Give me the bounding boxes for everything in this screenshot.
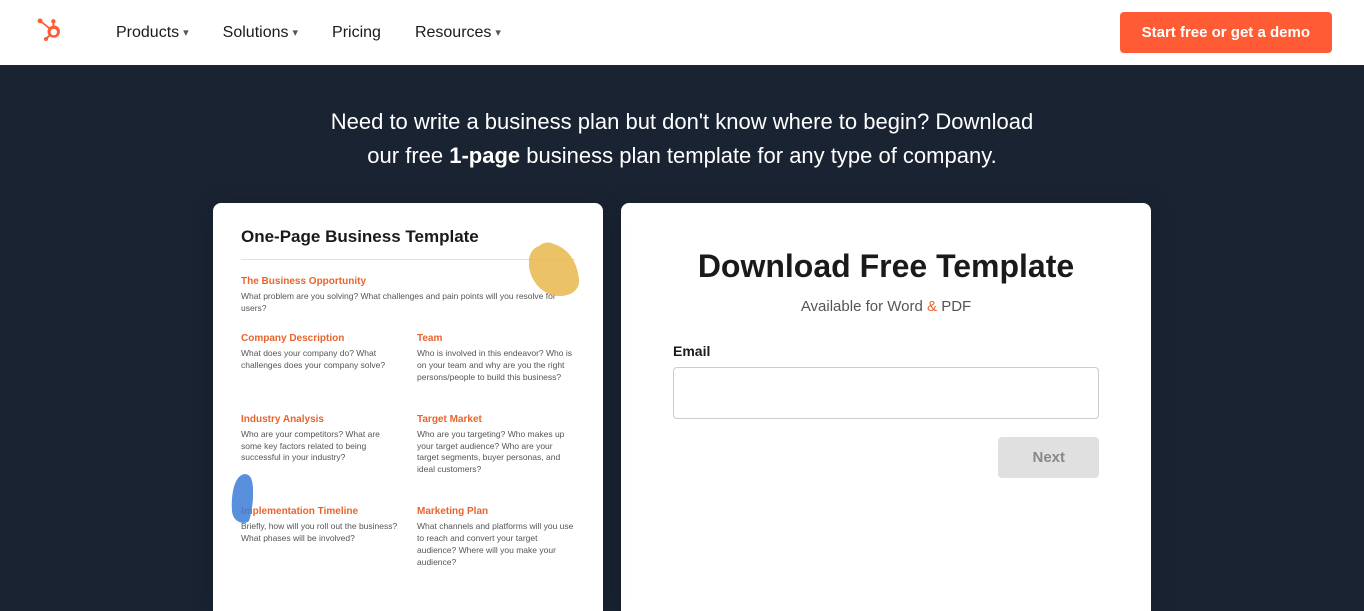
template-card-title: One-Page Business Template bbox=[241, 227, 575, 260]
section-heading-target: Target Market bbox=[417, 414, 575, 425]
form-subtext-before: Available for Word bbox=[801, 298, 927, 315]
section-heading-marketing: Marketing Plan bbox=[417, 506, 575, 517]
navigation: Products ▾ Solutions ▾ Pricing Resources… bbox=[0, 0, 1364, 65]
chevron-down-icon: ▾ bbox=[495, 26, 501, 39]
hero-section: Need to write a business plan but don't … bbox=[0, 65, 1364, 203]
template-preview-card: One-Page Business Template The Business … bbox=[213, 203, 603, 611]
content-area: One-Page Business Template The Business … bbox=[0, 203, 1364, 611]
hero-text: Need to write a business plan but don't … bbox=[312, 105, 1052, 173]
section-text-timeline: Briefly, how will you roll out the busin… bbox=[241, 521, 399, 545]
section-text-opportunity: What problem are you solving? What chall… bbox=[241, 291, 575, 315]
decorative-blob-right bbox=[529, 241, 581, 303]
section-text-company: What does your company do? What challeng… bbox=[241, 348, 399, 372]
form-card: Download Free Template Available for Wor… bbox=[621, 203, 1151, 611]
email-label: Email bbox=[673, 343, 1099, 359]
form-subtext-after: PDF bbox=[941, 298, 971, 315]
section-heading-company: Company Description bbox=[241, 333, 399, 344]
template-section-industry: Industry Analysis Who are your competito… bbox=[241, 414, 399, 477]
email-input[interactable] bbox=[673, 367, 1099, 419]
chevron-down-icon: ▾ bbox=[293, 26, 299, 39]
template-section-marketing: Marketing Plan What channels and platfor… bbox=[417, 506, 575, 569]
next-button[interactable]: Next bbox=[998, 437, 1099, 478]
section-heading-team: Team bbox=[417, 333, 575, 344]
section-heading-timeline: Implementation Timeline bbox=[241, 506, 399, 517]
cta-button[interactable]: Start free or get a demo bbox=[1120, 12, 1332, 53]
template-section-team: Team Who is involved in this endeavor? W… bbox=[417, 333, 575, 384]
nav-items: Products ▾ Solutions ▾ Pricing Resources… bbox=[102, 16, 1120, 50]
nav-item-pricing[interactable]: Pricing bbox=[318, 16, 395, 50]
template-section-company: Company Description What does your compa… bbox=[241, 333, 399, 384]
section-heading-opportunity: The Business Opportunity bbox=[241, 276, 575, 287]
nav-item-resources[interactable]: Resources ▾ bbox=[401, 16, 515, 50]
nav-item-solutions[interactable]: Solutions ▾ bbox=[209, 16, 312, 50]
form-subtext-amp: & bbox=[927, 298, 941, 315]
decorative-blob-left bbox=[231, 473, 253, 525]
chevron-down-icon: ▾ bbox=[183, 26, 189, 39]
logo[interactable] bbox=[32, 14, 70, 52]
template-section-timeline: Implementation Timeline Briefly, how wil… bbox=[241, 506, 399, 569]
form-subtext: Available for Word & PDF bbox=[673, 298, 1099, 315]
template-section-opportunity: The Business Opportunity What problem ar… bbox=[241, 276, 575, 315]
section-heading-industry: Industry Analysis bbox=[241, 414, 399, 425]
section-text-target: Who are you targeting? Who makes up your… bbox=[417, 429, 575, 477]
section-text-marketing: What channels and platforms will you use… bbox=[417, 521, 575, 569]
section-text-industry: Who are your competitors? What are some … bbox=[241, 429, 399, 465]
template-grid: Company Description What does your compa… bbox=[241, 333, 575, 587]
template-section-target: Target Market Who are you targeting? Who… bbox=[417, 414, 575, 477]
section-text-team: Who is involved in this endeavor? Who is… bbox=[417, 348, 575, 384]
nav-item-products[interactable]: Products ▾ bbox=[102, 16, 203, 50]
form-headline: Download Free Template bbox=[673, 247, 1099, 285]
